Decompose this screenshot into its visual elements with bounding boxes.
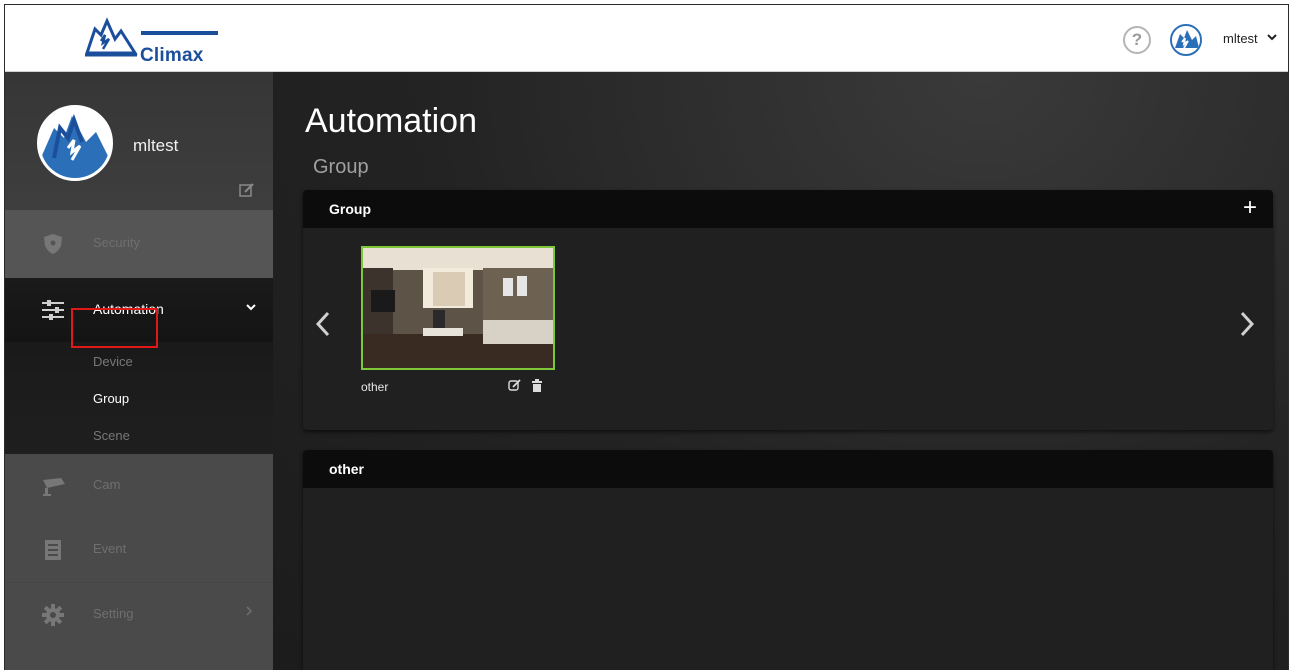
selection-highlight: [71, 308, 158, 348]
edit-profile-icon[interactable]: [239, 182, 255, 202]
group-panel-header: Group +: [303, 190, 1273, 228]
list-icon: [41, 538, 65, 562]
avatar[interactable]: [1170, 24, 1202, 56]
logo-bar: [141, 31, 218, 35]
sidebar-subitem-device[interactable]: Device: [93, 354, 133, 369]
sidebar-item-label: Event: [93, 541, 127, 556]
next-arrow-icon[interactable]: [1239, 310, 1255, 346]
chevron-right-icon: [245, 605, 253, 620]
sidebar-item-cam[interactable]: Cam: [5, 454, 273, 518]
group-thumbnail[interactable]: [361, 246, 555, 370]
avatar-icon: [40, 108, 110, 178]
sidebar-subitem-scene[interactable]: Scene: [93, 428, 130, 443]
sidebar-item-label: Security: [93, 235, 140, 250]
gear-icon: [41, 603, 65, 627]
brand-name: Climax: [140, 45, 204, 66]
other-panel-title: other: [329, 461, 364, 477]
sidebar: mltest Security Automation Device Group …: [5, 72, 273, 670]
other-panel-header: other: [303, 450, 1273, 488]
prev-arrow-icon[interactable]: [315, 310, 331, 346]
page-title: Automation: [305, 102, 477, 140]
sidebar-item-label: Setting: [93, 606, 134, 621]
help-button[interactable]: ?: [1123, 26, 1151, 54]
profile-panel: mltest: [5, 72, 273, 210]
edit-icon[interactable]: [508, 379, 521, 395]
profile-avatar[interactable]: [37, 105, 113, 181]
app-window: Climax ? mltest mltest Security Automati…: [4, 4, 1289, 670]
username-label[interactable]: mltest: [1223, 31, 1258, 46]
automation-submenu: Device Group Scene: [5, 342, 273, 454]
sidebar-item-setting[interactable]: Setting: [5, 583, 273, 670]
group-card-label: other: [361, 380, 389, 394]
shield-icon: [41, 232, 65, 256]
chevron-down-icon: [245, 300, 257, 315]
living-room-image: [363, 248, 553, 368]
climax-logo-icon: [84, 17, 138, 57]
top-bar: Climax ? mltest: [5, 5, 1288, 72]
add-group-button[interactable]: +: [1243, 194, 1257, 222]
chevron-down-icon[interactable]: [1266, 32, 1278, 45]
avatar-icon: [1172, 26, 1200, 54]
group-panel: Group + other: [303, 190, 1273, 430]
profile-name: mltest: [133, 136, 179, 155]
sidebar-item-label: Cam: [93, 477, 121, 492]
group-panel-title: Group: [329, 201, 371, 217]
sidebar-subitem-group[interactable]: Group: [93, 391, 129, 406]
sidebar-item-security[interactable]: Security: [5, 210, 273, 278]
other-panel: other: [303, 450, 1273, 670]
camera-icon: [41, 474, 65, 498]
trash-icon[interactable]: [531, 379, 543, 395]
sidebar-item-event[interactable]: Event: [5, 518, 273, 582]
page-subtitle: Group: [313, 156, 369, 178]
main-content: Automation Group Group + other other: [273, 72, 1288, 670]
sliders-icon: [41, 298, 65, 322]
